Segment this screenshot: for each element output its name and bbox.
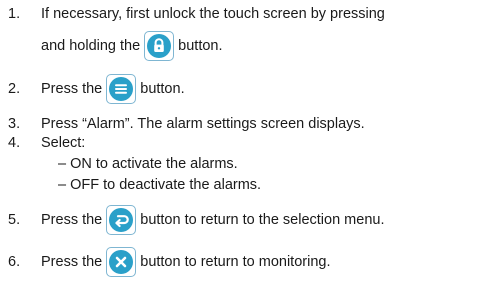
step-number: 2. [8,81,21,97]
sub-item: – ON to activate the alarms. [58,156,238,172]
step-text: Press “Alarm”. The alarm settings screen… [41,116,365,132]
step-text: and holding the [41,38,141,54]
step-text: button. [178,38,223,54]
close-button[interactable] [106,247,137,277]
step-text: Press the [41,81,103,97]
lock-icon [147,34,172,58]
step-text: If necessary, first unlock the touch scr… [41,6,385,22]
step-text: Press the [41,212,103,228]
return-icon [109,208,134,232]
lock-button[interactable] [144,31,175,61]
step-text: Select: [41,135,86,151]
step-text: Press the [41,254,103,270]
step-number: 4. [8,135,21,151]
sub-item: – OFF to deactivate the alarms. [58,177,262,193]
step-text: button to return to monitoring. [140,254,331,270]
menu-button[interactable] [106,74,137,104]
close-icon [109,250,134,274]
step-2-line: Press the button. [41,74,185,104]
step-text: button to return to the selection menu. [140,212,385,228]
step-number: 1. [8,6,21,22]
step-6-line: Press the button to return to monitoring… [41,247,330,277]
step-number: 3. [8,116,21,132]
step-text: button. [140,81,185,97]
step-number: 5. [8,212,21,228]
step-number: 6. [8,254,21,270]
step-1-line-2: and holding the button. [41,31,223,61]
step-5-line: Press the button to return to the select… [41,205,384,235]
menu-icon [109,77,134,101]
return-button[interactable] [106,205,137,235]
